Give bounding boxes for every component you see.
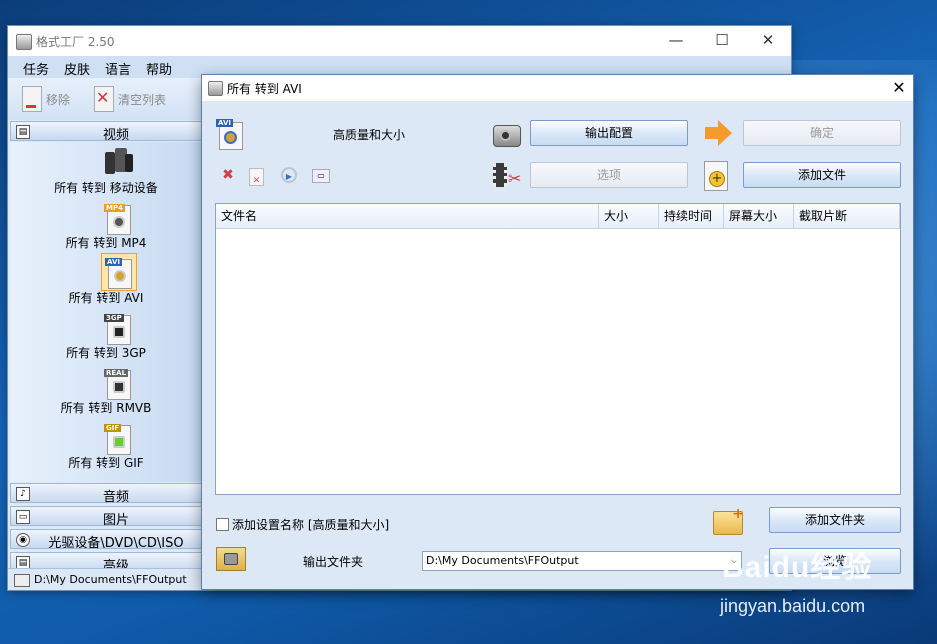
list-item-label: 所有 转到 AVI	[68, 291, 144, 305]
section-image[interactable]: ▭ 图片	[10, 506, 202, 528]
checkbox-box	[216, 518, 229, 531]
output-path-status[interactable]: D:\My Documents\FFOutput	[8, 568, 204, 590]
section-disc[interactable]: ◉ 光驱设备\DVD\CD\ISO	[10, 529, 202, 551]
mobile-devices-icon	[103, 146, 133, 178]
output-path-text: D:\My Documents\FFOutput	[34, 573, 187, 586]
rmvb-icon: REAL	[103, 366, 133, 400]
list-item-gif[interactable]: GIF 所有 转到 GIF	[10, 421, 202, 473]
sidebar: ▤ 视频 所有 转到 移动设备 MP4 所有 转到 MP4 AVI 所有 转到 …	[8, 120, 204, 590]
col-clip[interactable]: 截取片断	[794, 204, 900, 228]
disc-section-icon: ◉	[16, 533, 30, 547]
convert-dialog: 所有 转到 AVI ✕ AVI 高质量和大小 输出配置 确定 ✖ ✕ ▶ ▭ ✂…	[202, 75, 913, 589]
file-table[interactable]: 文件名 大小 持续时间 屏幕大小 截取片断	[215, 203, 901, 495]
menu-tasks[interactable]: 任务	[23, 59, 49, 78]
arrow-right-icon	[703, 120, 733, 146]
list-item-label: 所有 转到 MP4	[65, 236, 147, 250]
audio-section-icon: ♪	[16, 487, 30, 501]
add-folder-icon: +	[713, 507, 744, 535]
col-duration[interactable]: 持续时间	[659, 204, 724, 228]
remove-file-icon[interactable]: ✕	[249, 168, 264, 186]
ok-button[interactable]: 确定	[743, 120, 901, 146]
close-button[interactable]: ✕	[745, 26, 791, 56]
list-item-mp4[interactable]: MP4 所有 转到 MP4	[10, 201, 202, 253]
section-video[interactable]: ▤ 视频	[10, 121, 202, 143]
remove-icon	[22, 86, 42, 112]
app-icon	[16, 34, 32, 50]
clear-list-label: 清空列表	[118, 92, 167, 107]
section-disc-label: 光驱设备\DVD\CD\ISO	[48, 536, 184, 551]
baidu-watermark: Baidu经验 jingyan.baidu.com	[716, 536, 936, 636]
remove-button[interactable]: 移除	[22, 84, 70, 114]
col-screen-size[interactable]: 屏幕大小	[724, 204, 794, 228]
output-folder-select[interactable]: D:\My Documents\FFOutput ⌵	[422, 551, 742, 571]
list-item-3gp[interactable]: 3GP 所有 转到 3GP	[10, 311, 202, 363]
avi-format-icon: AVI	[216, 119, 244, 150]
menu-skin[interactable]: 皮肤	[64, 59, 90, 78]
options-button[interactable]: 选项	[530, 162, 688, 188]
main-title-bar[interactable]: 格式工厂 2.50 — ☐ ✕	[8, 26, 791, 56]
list-item-label: 所有 转到 RMVB	[60, 401, 152, 415]
menu-help[interactable]: 帮助	[146, 59, 172, 78]
list-item-label: 所有 转到 3GP	[66, 346, 146, 360]
watermark-logo-text: Baidu经验	[722, 551, 873, 584]
list-item-mobile[interactable]: 所有 转到 移动设备	[10, 146, 202, 198]
clear-list-button[interactable]: ✕ 清空列表	[94, 84, 166, 114]
image-section-icon: ▭	[16, 510, 30, 524]
list-item-rmvb[interactable]: REAL 所有 转到 RMVB	[10, 366, 202, 418]
mp4-icon: MP4	[103, 201, 133, 235]
section-audio[interactable]: ♪ 音频	[10, 483, 202, 505]
info-icon[interactable]: ▭	[312, 169, 330, 183]
video-section-icon: ▤	[16, 125, 30, 139]
output-folder-value: D:\My Documents\FFOutput	[426, 554, 579, 567]
folder-icon	[14, 574, 30, 587]
list-item-label: 所有 转到 GIF	[68, 456, 144, 470]
dialog-close-button[interactable]: ✕	[885, 75, 913, 101]
3gp-icon: 3GP	[103, 311, 133, 345]
clip-film-icon: ✂	[492, 161, 522, 189]
dialog-title: 所有 转到 AVI	[227, 82, 302, 96]
output-folder-label: 输出文件夹	[303, 555, 364, 569]
add-file-icon: +	[704, 161, 728, 191]
main-window-title: 格式工厂 2.50	[36, 35, 115, 49]
video-list: 所有 转到 移动设备 MP4 所有 转到 MP4 AVI 所有 转到 AVI 3…	[10, 142, 202, 482]
play-icon[interactable]: ▶	[281, 167, 297, 183]
remove-label: 移除	[46, 92, 71, 107]
output-config-button[interactable]: 输出配置	[530, 120, 688, 146]
dialog-app-icon	[208, 81, 223, 96]
list-item-avi[interactable]: AVI 所有 转到 AVI	[10, 253, 202, 308]
list-item-label: 所有 转到 移动设备	[54, 181, 158, 195]
section-video-label: 视频	[102, 128, 129, 143]
delete-icon[interactable]: ✖	[220, 167, 236, 183]
quality-label: 高质量和大小	[333, 128, 406, 142]
output-config-icon	[491, 119, 521, 147]
add-setting-name-label: 添加设置名称 [高质量和大小]	[232, 518, 390, 532]
section-image-label: 图片	[102, 513, 129, 528]
menu-language[interactable]: 语言	[105, 59, 131, 78]
avi-icon: AVI	[101, 253, 137, 291]
maximize-button[interactable]: ☐	[699, 26, 745, 56]
minimize-button[interactable]: —	[653, 26, 699, 56]
add-file-button[interactable]: 添加文件	[743, 162, 901, 188]
add-folder-button[interactable]: 添加文件夹	[769, 507, 901, 533]
col-filename[interactable]: 文件名	[216, 204, 599, 228]
section-audio-label: 音频	[102, 490, 129, 505]
dialog-title-bar[interactable]: 所有 转到 AVI ✕	[202, 75, 913, 102]
clear-list-icon: ✕	[94, 86, 114, 112]
watermark-url: jingyan.baidu.com	[720, 596, 866, 616]
output-folder-icon[interactable]	[216, 547, 246, 571]
col-size[interactable]: 大小	[599, 204, 659, 228]
table-header: 文件名 大小 持续时间 屏幕大小 截取片断	[216, 204, 900, 229]
add-setting-name-checkbox[interactable]: 添加设置名称 [高质量和大小]	[216, 516, 389, 533]
gif-icon: GIF	[103, 421, 133, 455]
